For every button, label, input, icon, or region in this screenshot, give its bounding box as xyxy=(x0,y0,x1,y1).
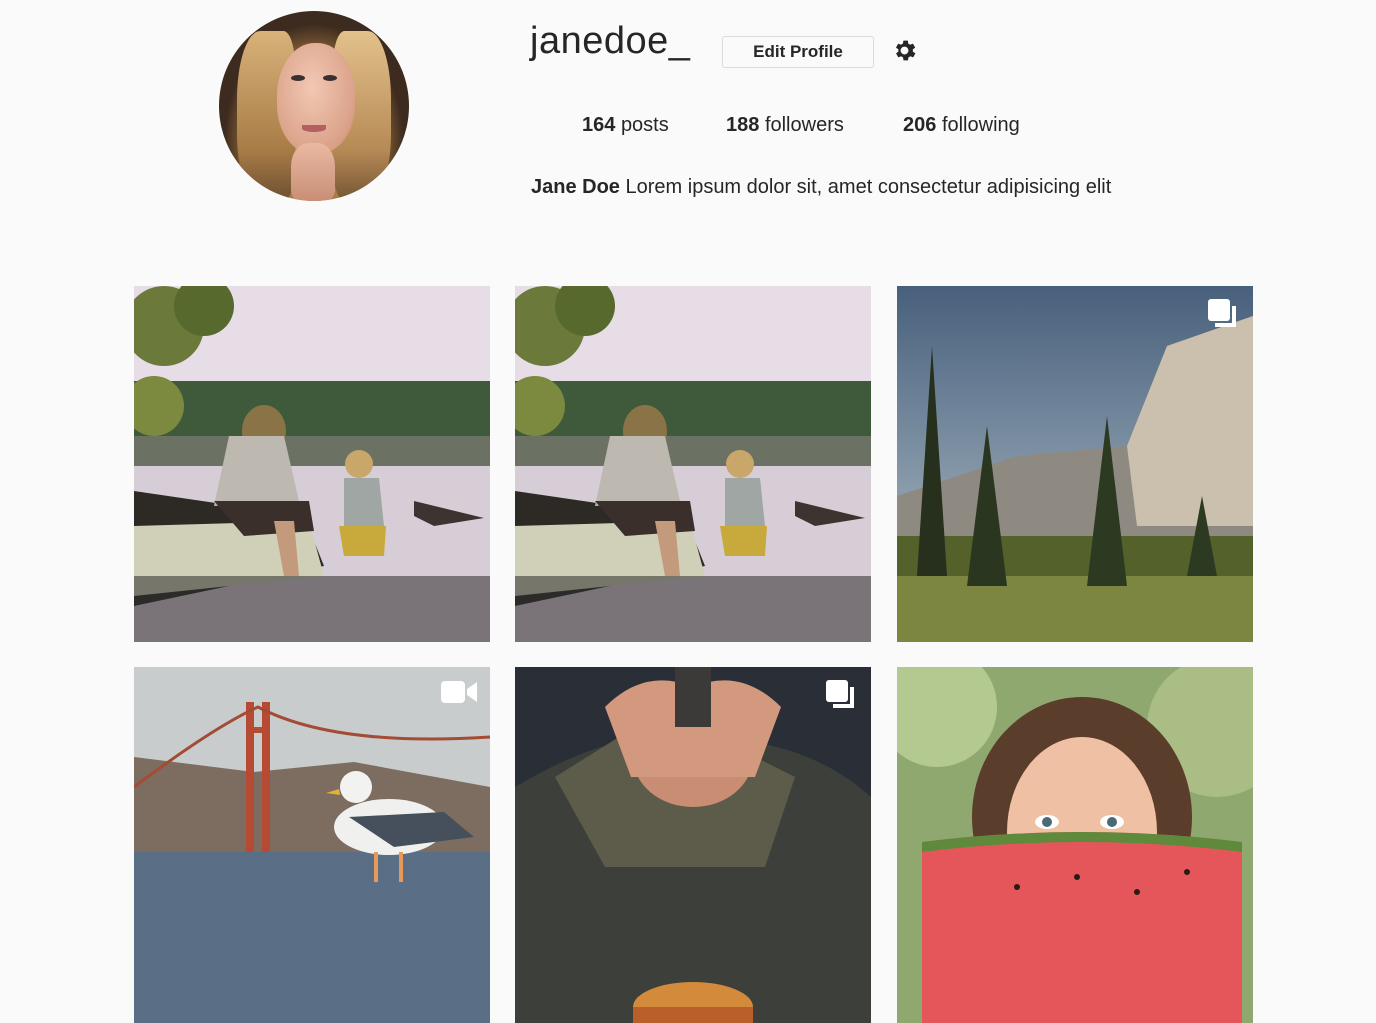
mother-child-lake-photo xyxy=(134,286,490,642)
profile-header: janedoe_ Edit Profile 164 posts 188 foll… xyxy=(0,0,1376,250)
post-tile[interactable] xyxy=(515,667,871,1023)
edit-profile-button[interactable]: Edit Profile xyxy=(722,36,874,68)
followers-count[interactable]: 188 followers xyxy=(726,114,844,137)
post-tile[interactable] xyxy=(897,286,1253,642)
bio-text: Lorem ipsum dolor sit, amet consectetur … xyxy=(625,176,1112,198)
post-tile[interactable] xyxy=(134,286,490,642)
gallery-icon xyxy=(1208,299,1236,327)
profile-avatar[interactable] xyxy=(219,11,409,201)
woman-watermelon-photo xyxy=(897,667,1253,1023)
following-count[interactable]: 206 following xyxy=(903,114,1020,137)
mother-child-lake-photo xyxy=(515,286,871,642)
profile-bio: Jane Doe Lorem ipsum dolor sit, amet con… xyxy=(531,176,1111,199)
gear-icon[interactable] xyxy=(891,37,918,64)
profile-username: janedoe_ xyxy=(530,20,691,62)
post-tile[interactable] xyxy=(897,667,1253,1023)
man-hands-burger-photo xyxy=(515,667,871,1023)
posts-count[interactable]: 164 posts xyxy=(582,114,669,137)
post-tile[interactable] xyxy=(134,667,490,1023)
seagull-bridge-photo xyxy=(134,667,490,1023)
bio-name: Jane Doe xyxy=(531,176,620,198)
video-icon xyxy=(441,681,477,703)
gallery-icon xyxy=(826,680,854,708)
post-tile[interactable] xyxy=(515,286,871,642)
mountain-forest-photo xyxy=(897,286,1253,642)
